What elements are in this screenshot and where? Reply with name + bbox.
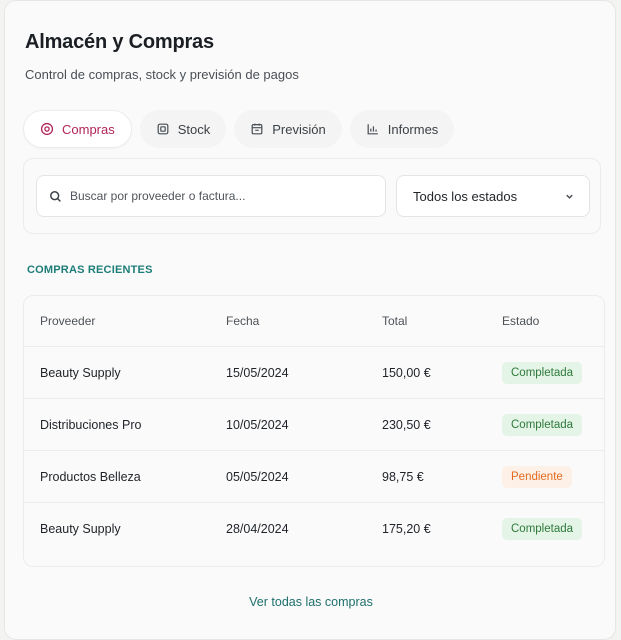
section-title: COMPRAS RECIENTES: [27, 264, 153, 276]
tab-compras[interactable]: Compras: [23, 110, 132, 148]
table-row[interactable]: Distribuciones Pro 10/05/2024 230,50 € C…: [24, 398, 604, 450]
column-header-supplier: Proveeder: [40, 314, 96, 328]
date-cell: 15/05/2024: [226, 365, 289, 380]
total-cell: 230,50 €: [382, 417, 431, 432]
search-input[interactable]: [70, 189, 370, 203]
supplier-cell: Distribuciones Pro: [40, 417, 142, 432]
total-cell: 98,75 €: [382, 469, 424, 484]
column-header-date: Fecha: [226, 314, 260, 328]
tab-stock-label: Stock: [177, 121, 211, 137]
column-header-total: Total: [382, 314, 408, 328]
tab-compras-label: Compras: [62, 121, 115, 137]
purchases-table: Proveeder Fecha Total Estado Beauty Supp…: [23, 295, 605, 567]
status-badge: Completada: [502, 361, 583, 384]
status-badge: Pendiente: [502, 465, 572, 488]
location-pin-icon: [40, 122, 54, 136]
tab-informes-label: Informes: [387, 121, 439, 137]
search-icon: [50, 190, 61, 202]
box-icon: [157, 123, 169, 135]
status-badge: Completada: [502, 413, 583, 436]
chevron-down-icon: [566, 194, 573, 199]
tab-bar: Compras Stock Previsión Informes: [23, 110, 455, 148]
purchases-card: Almacén y Compras Control de compras, st…: [4, 0, 616, 640]
status-badge: Completada: [502, 517, 583, 540]
status-select[interactable]: Todos los estados: [396, 175, 590, 217]
table-row[interactable]: Productos Belleza 05/05/2024 98,75 € Pen…: [24, 450, 604, 502]
total-cell: 175,20 €: [382, 521, 431, 536]
table-header-row: Proveeder Fecha Total Estado: [24, 296, 604, 346]
table-row[interactable]: Beauty Supply 28/04/2024 175,20 € Comple…: [24, 502, 604, 554]
column-header-status: Estado: [502, 314, 540, 328]
date-cell: 05/05/2024: [226, 469, 289, 484]
filter-panel: Todos los estados: [23, 158, 601, 234]
date-cell: 28/04/2024: [226, 521, 289, 536]
supplier-cell: Beauty Supply: [40, 521, 121, 536]
calendar-icon: [251, 123, 263, 135]
tab-prevision[interactable]: Previsión: [234, 110, 342, 148]
supplier-cell: Beauty Supply: [40, 365, 121, 380]
report-icon: [367, 124, 378, 135]
tab-stock[interactable]: Stock: [139, 110, 227, 148]
page-subtitle: Control de compras, stock y previsión de…: [25, 67, 299, 82]
tab-informes[interactable]: Informes: [349, 110, 455, 148]
tab-prevision-label: Previsión: [272, 121, 326, 137]
date-cell: 10/05/2024: [226, 417, 289, 432]
status-select-value: Todos los estados: [413, 188, 518, 204]
view-all-purchases-link[interactable]: Ver todas las compras: [5, 595, 617, 609]
total-cell: 150,00 €: [382, 365, 431, 380]
table-row[interactable]: Beauty Supply 15/05/2024 150,00 € Comple…: [24, 346, 604, 398]
supplier-cell: Productos Belleza: [40, 469, 141, 484]
search-box: [36, 175, 386, 217]
page-title: Almacén y Compras: [25, 31, 214, 53]
